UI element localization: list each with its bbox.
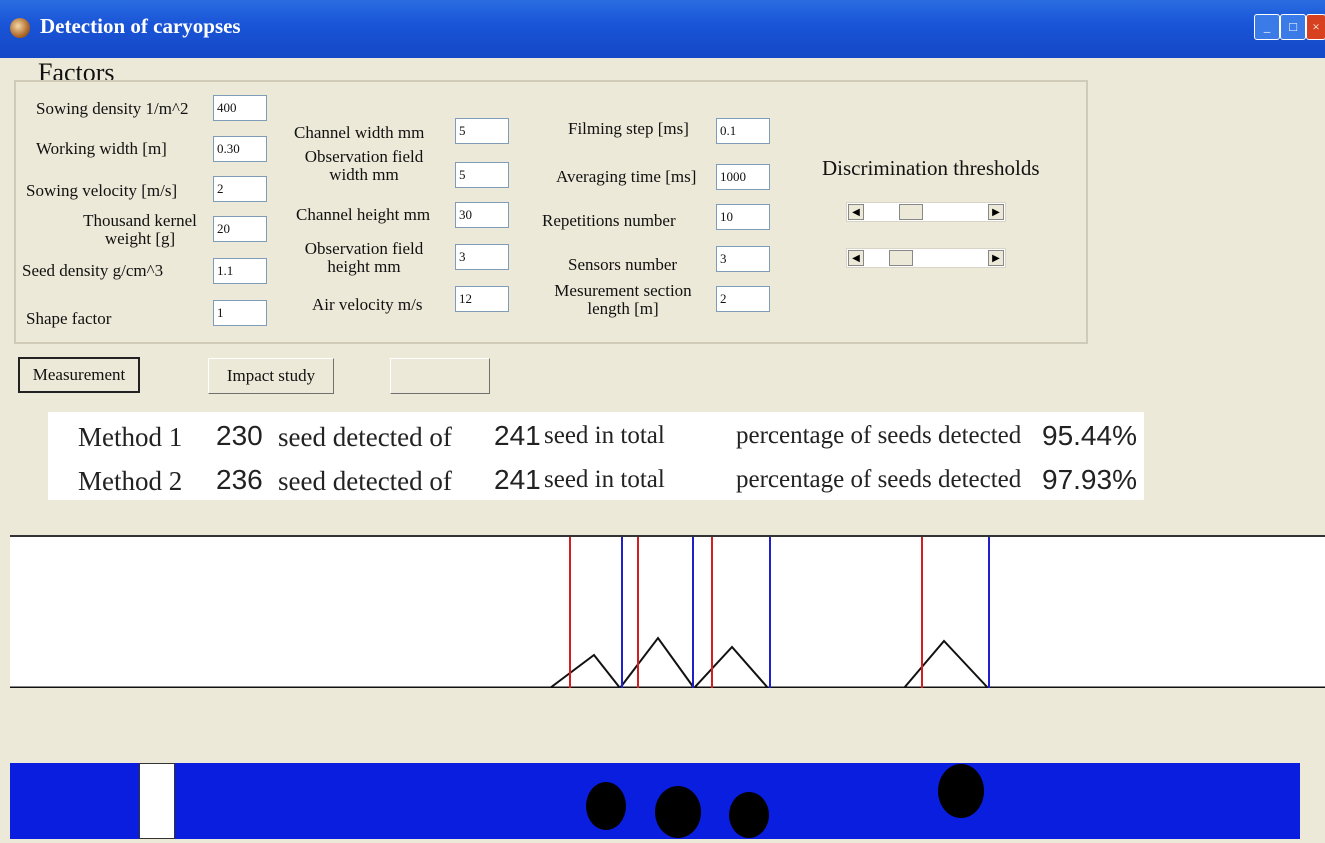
observation-field-width-input[interactable]: [455, 162, 509, 188]
seed: [938, 764, 984, 818]
method-1-label: Method 1: [78, 422, 183, 452]
signal-peaks-group: [549, 636, 769, 690]
app-icon: [10, 18, 30, 38]
shape-factor-label: Shape factor: [26, 309, 112, 328]
sensors-number-label: Sensors number: [568, 255, 678, 274]
averaging-time-input[interactable]: [716, 164, 770, 190]
minimize-icon[interactable]: _: [1254, 14, 1280, 40]
thousand-kernel-weight-input[interactable]: [213, 216, 267, 242]
discrimination-threshold-slider-2[interactable]: ◀ ▶: [846, 248, 1006, 268]
filming-step-label: Filming step [ms]: [568, 119, 689, 138]
air-velocity-input[interactable]: [455, 286, 509, 312]
seed: [729, 792, 769, 838]
repetitions-number-input[interactable]: [716, 204, 770, 230]
shape-factor-input[interactable]: [213, 300, 267, 326]
scroll-right-icon[interactable]: ▶: [988, 250, 1004, 266]
method-2-detected-text: seed detected of: [278, 466, 452, 496]
method-1-total-text: seed in total: [544, 422, 665, 449]
measurement-button[interactable]: Measurement: [18, 357, 140, 393]
measurement-section-length-label: Mesurement section length [m]: [554, 281, 692, 318]
close-icon[interactable]: ×: [1306, 14, 1325, 40]
scroll-left-icon[interactable]: ◀: [848, 250, 864, 266]
working-width-label: Working width [m]: [36, 139, 167, 158]
method-1-total: 241: [494, 420, 541, 451]
observation-field-width-label: Observation field width mm: [304, 147, 424, 184]
sowing-velocity-input[interactable]: [213, 176, 267, 202]
signal-plot: [10, 535, 1325, 690]
seed: [655, 786, 701, 838]
sowing-density-input[interactable]: [213, 95, 267, 121]
seed-density-input[interactable]: [213, 258, 267, 284]
signal-peak-single: [903, 639, 989, 689]
blank-button[interactable]: [390, 358, 490, 394]
slider-thumb[interactable]: [889, 250, 913, 266]
observation-field-height-input[interactable]: [455, 244, 509, 270]
impact-study-button[interactable]: Impact study: [208, 358, 334, 394]
discrimination-threshold-slider-1[interactable]: ◀ ▶: [846, 202, 1006, 222]
thousand-kernel-weight-label: Thousand kernel weight [g]: [83, 211, 197, 248]
method-1-pct-text: percentage of seeds detected: [736, 422, 1022, 449]
method-2-pct-text: percentage of seeds detected: [736, 466, 1022, 493]
seed: [586, 782, 626, 830]
method-1-detected-text: seed detected of: [278, 422, 452, 452]
scroll-left-icon[interactable]: ◀: [848, 204, 864, 220]
method-2-detected: 236: [216, 464, 263, 495]
sowing-density-label: Sowing density 1/m^2: [36, 99, 189, 118]
spacer-panel: [10, 688, 1325, 758]
filming-step-input[interactable]: [716, 118, 770, 144]
averaging-time-label: Averaging time [ms]: [556, 167, 697, 186]
discrimination-thresholds-label: Discrimination thresholds: [822, 156, 1040, 180]
title-bar: Detection of caryopses _ □ ×: [0, 0, 1325, 58]
method-2-total-text: seed in total: [544, 466, 665, 493]
channel-width-label: Channel width mm: [294, 123, 425, 142]
slider-thumb[interactable]: [899, 204, 923, 220]
air-velocity-label: Air velocity m/s: [312, 295, 423, 314]
window-title: Detection of caryopses: [40, 14, 241, 38]
method-2-label: Method 2: [78, 466, 183, 496]
repetitions-number-label: Repetitions number: [542, 211, 676, 230]
channel-height-label: Channel height mm: [296, 205, 431, 224]
method-1-percentage: 95.44%: [1042, 420, 1137, 451]
channel-view: [10, 763, 1300, 839]
sensor-gate: [139, 763, 175, 839]
seed-density-label: Seed density g/cm^3: [22, 261, 164, 280]
measurement-section-length-input[interactable]: [716, 286, 770, 312]
method-1-detected: 230: [216, 420, 263, 451]
sensors-number-input[interactable]: [716, 246, 770, 272]
working-width-input[interactable]: [213, 136, 267, 162]
sowing-velocity-label: Sowing velocity [m/s]: [26, 181, 178, 200]
signal-plot-svg: [10, 537, 1325, 690]
observation-field-height-label: Observation field height mm: [304, 239, 424, 276]
scroll-right-icon[interactable]: ▶: [988, 204, 1004, 220]
channel-height-input[interactable]: [455, 202, 509, 228]
method-2-total: 241: [494, 464, 541, 495]
maximize-icon[interactable]: □: [1280, 14, 1306, 40]
method-2-percentage: 97.93%: [1042, 464, 1137, 495]
channel-width-input[interactable]: [455, 118, 509, 144]
